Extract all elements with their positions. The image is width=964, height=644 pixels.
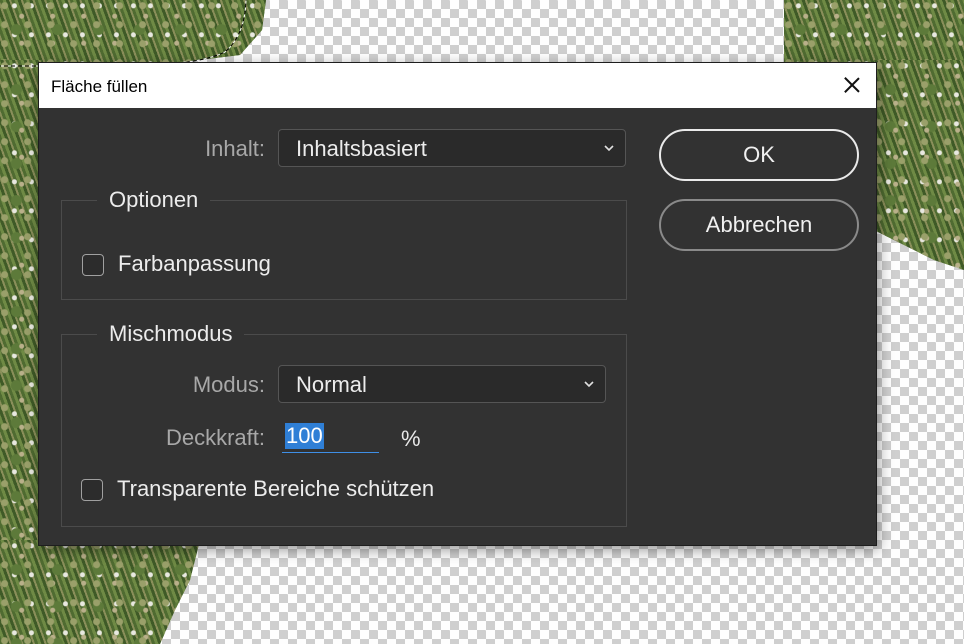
preserve-transparency-checkbox[interactable] <box>81 479 103 501</box>
chevron-down-icon <box>584 381 594 388</box>
opacity-unit: % <box>401 426 421 451</box>
mode-select-value: Normal <box>296 372 367 397</box>
opacity-label: Deckkraft: <box>165 425 265 450</box>
content-label: Inhalt: <box>205 136 265 161</box>
color-adaptation-label: Farbanpassung <box>118 251 271 276</box>
blend-mode-legend: Mischmodus <box>97 321 245 347</box>
content-select-value: Inhaltsbasiert <box>296 136 427 161</box>
opacity-input[interactable]: 100 <box>282 421 379 453</box>
content-select[interactable]: Inhaltsbasiert <box>278 129 626 167</box>
color-adaptation-checkbox[interactable] <box>82 254 104 276</box>
opacity-input-value: 100 <box>285 423 324 449</box>
chevron-down-icon <box>604 145 614 152</box>
preserve-transparency-checkbox-row[interactable]: Transparente Bereiche schützen <box>81 476 501 504</box>
fill-dialog: Fläche füllen Inhalt: Inhaltsbasiert Opt… <box>39 63 876 545</box>
ok-button[interactable]: OK <box>659 129 859 181</box>
mode-label: Modus: <box>192 372 265 397</box>
dialog-title: Fläche füllen <box>51 77 148 96</box>
dialog-titlebar[interactable]: Fläche füllen <box>39 63 876 108</box>
options-group: Optionen Farbanpassung <box>61 187 627 300</box>
cancel-button[interactable]: Abbrechen <box>659 199 859 251</box>
color-adaptation-checkbox-row[interactable]: Farbanpassung <box>82 251 382 279</box>
options-legend: Optionen <box>97 187 211 213</box>
mode-select[interactable]: Normal <box>278 365 606 403</box>
close-icon[interactable] <box>838 71 866 99</box>
preserve-transparency-label: Transparente Bereiche schützen <box>117 476 435 501</box>
